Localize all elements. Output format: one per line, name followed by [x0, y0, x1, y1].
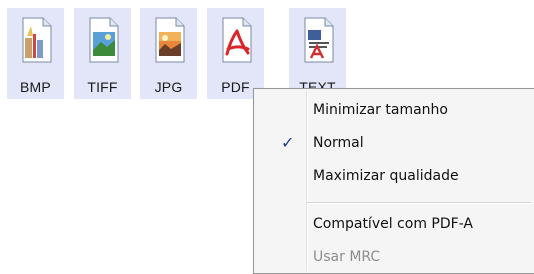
- menu-item-compativel-pdf-a[interactable]: Compatível com PDF-A: [254, 211, 534, 239]
- bmp-file-icon: [22, 17, 52, 63]
- jpg-label: JPG: [154, 79, 183, 95]
- menu-item-label: Minimizar tamanho: [313, 102, 448, 118]
- tiff-format-button[interactable]: TIFF: [74, 8, 131, 99]
- bmp-label: BMP: [20, 79, 51, 95]
- menu-item-label: Compatível com PDF-A: [313, 216, 474, 232]
- menu-item-minimizar-tamanho[interactable]: Minimizar tamanho: [254, 97, 534, 125]
- jpg-file-icon: [155, 17, 185, 63]
- menu-item-label: Usar MRC: [313, 249, 381, 265]
- checkmark-icon: ✓: [281, 133, 295, 152]
- menu-item-maximizar-qualidade[interactable]: Maximizar qualidade: [254, 163, 534, 191]
- tiff-file-icon: [89, 17, 119, 63]
- tiff-label: TIFF: [87, 79, 118, 95]
- menu-item-usar-mrc: Usar MRC: [254, 244, 534, 272]
- menu-item-normal[interactable]: ✓ Normal: [254, 130, 534, 158]
- menu-separator: [307, 202, 531, 204]
- pdf-file-icon: [222, 17, 252, 63]
- text-format-button[interactable]: TEXT: [289, 8, 346, 99]
- menu-item-label: Maximizar qualidade: [313, 168, 459, 184]
- menu-item-label: Normal: [313, 135, 364, 151]
- text-file-icon: [304, 17, 334, 63]
- bmp-format-button[interactable]: BMP: [7, 8, 64, 99]
- pdf-options-context-menu: Minimizar tamanho ✓ Normal Maximizar qua…: [253, 88, 534, 274]
- pdf-format-button[interactable]: PDF: [207, 8, 264, 99]
- jpg-format-button[interactable]: JPG: [140, 8, 197, 99]
